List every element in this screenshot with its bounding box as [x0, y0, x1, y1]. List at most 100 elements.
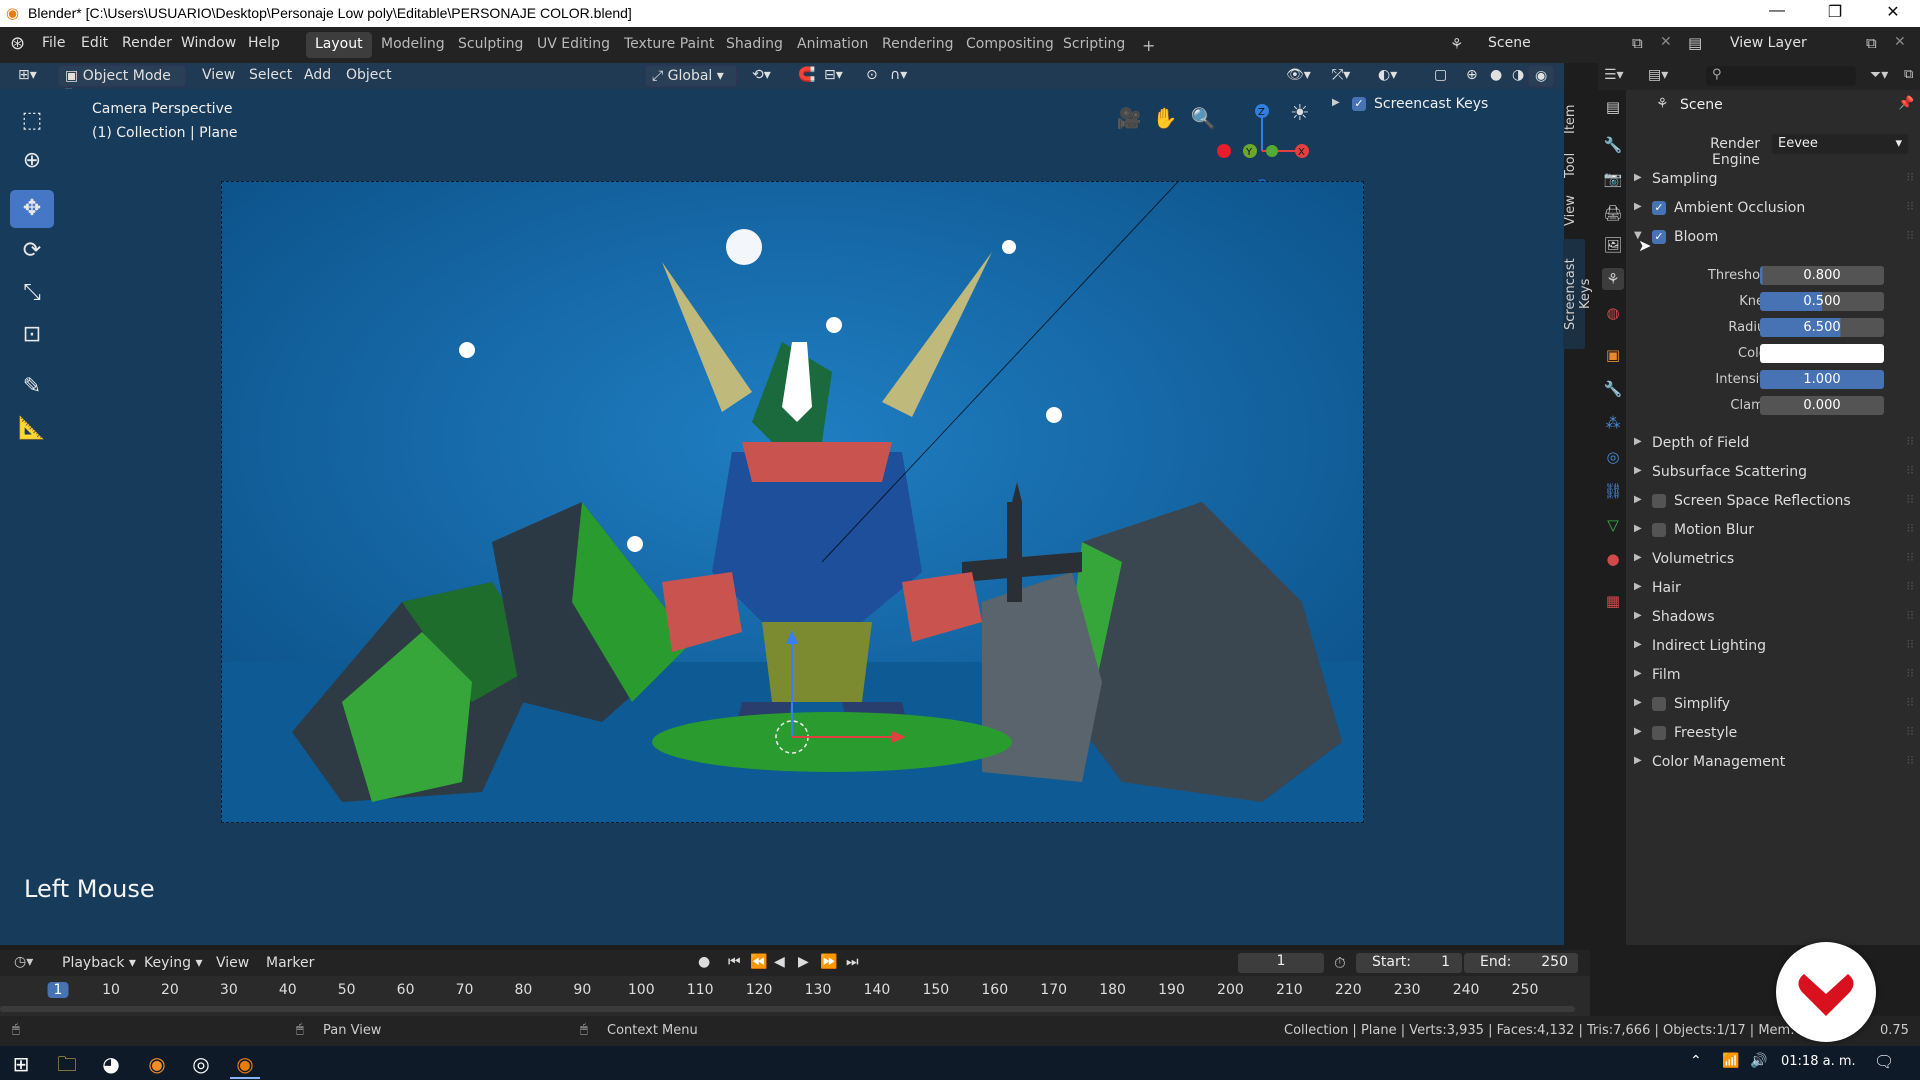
timeline-ruler[interactable]: 1 10 20 30 40 50 60 70 80 90 100 110 120 130 140 150 160… [0, 976, 1590, 1016]
tab-view[interactable]: View [1563, 191, 1585, 231]
delete-scene-icon[interactable]: ✕ [1660, 34, 1672, 50]
3d-viewport[interactable]: Camera Perspective (1) Collection | Plan… [0, 89, 1564, 945]
panel-freestyle[interactable]: ▶ Freestyle ⁝⁝ [1626, 722, 1920, 746]
panel-film[interactable]: ▶ Film ⁝⁝ [1626, 664, 1920, 688]
move-tool-icon[interactable]: ✥ [10, 190, 54, 228]
panel-screen-space-reflections[interactable]: ▶ Screen Space Reflections ⁝⁝ [1626, 490, 1920, 514]
tab-screencast-keys[interactable]: Screencast Keys [1563, 239, 1593, 349]
app-icon[interactable]: ◕ [96, 1049, 126, 1079]
menu-playback[interactable]: Playback ▾ [62, 955, 136, 971]
menu-render[interactable]: Render [122, 35, 172, 51]
panel-indirect-lighting[interactable]: ▶ Indirect Lighting ⁝⁝ [1626, 635, 1920, 659]
bloom-checkbox[interactable]: ✓ [1652, 230, 1666, 244]
play-icon[interactable]: ▶ [798, 954, 809, 970]
menu-select[interactable]: Select [243, 65, 298, 87]
editor-type-outliner-icon[interactable]: ☰▾ [1604, 67, 1624, 83]
ambient-occlusion-checkbox[interactable]: ✓ [1652, 201, 1666, 215]
tray-chevron-icon[interactable]: ⌃ [1690, 1053, 1702, 1069]
constraints-tab-icon[interactable]: ⛓ [1602, 480, 1624, 502]
close-button[interactable]: ✕ [1870, 2, 1916, 22]
add-workspace-button[interactable]: + [1133, 32, 1164, 58]
menu-view[interactable]: View [196, 65, 241, 87]
material-shading-icon[interactable]: ◑ [1506, 65, 1530, 87]
tab-tool[interactable]: Tool [1563, 145, 1585, 185]
workspace-tab-animation[interactable]: Animation [788, 32, 877, 58]
panel-sampling[interactable]: ▶ Sampling ⁝⁝ [1626, 168, 1920, 192]
ssr-checkbox[interactable] [1652, 494, 1666, 508]
workspace-tab-texture-paint[interactable]: Texture Paint [615, 32, 723, 58]
tool-tab-icon[interactable]: 🔧 [1602, 134, 1624, 156]
panel-simplify[interactable]: ▶ Simplify ⁝⁝ [1626, 693, 1920, 717]
panel-color-management[interactable]: ▶ Color Management ⁝⁝ [1626, 751, 1920, 775]
xray-icon[interactable]: ▢ [1428, 65, 1453, 87]
windows-start-icon[interactable]: ⊞ [6, 1049, 36, 1079]
workspace-tab-compositing[interactable]: Compositing [957, 32, 1063, 58]
modifier-tab-icon[interactable]: 🔧 [1602, 378, 1624, 400]
blender-taskbar-icon[interactable]: ◉ [230, 1049, 260, 1079]
notifications-icon[interactable]: 🗨 [1874, 1052, 1894, 1071]
output-tab-icon[interactable]: 🖨 [1602, 202, 1624, 224]
overlay-icon[interactable]: ◐▾ [1372, 65, 1403, 87]
physics-tab-icon[interactable]: ◎ [1602, 446, 1624, 468]
end-frame-field[interactable]: End: 250 [1464, 953, 1578, 973]
bloom-color-swatch[interactable] [1760, 344, 1884, 363]
intensity-field[interactable]: 1.000 [1760, 370, 1884, 389]
transform-orientation-selector[interactable]: ⤢ Global ▾ [645, 65, 737, 87]
editor-type-icon[interactable]: ⊞▾ [12, 65, 43, 87]
workspace-tab-layout[interactable]: Layout [306, 32, 372, 58]
texture-tab-icon[interactable]: ▦ [1602, 590, 1624, 612]
menu-timeline-view[interactable]: View [216, 955, 249, 971]
play-reverse-icon[interactable]: ◀ [774, 954, 785, 970]
particles-tab-icon[interactable]: ⁂ [1602, 412, 1624, 434]
knee-field[interactable]: 0.500 [1760, 292, 1884, 311]
restore-button[interactable]: ❐ [1812, 2, 1858, 22]
prev-keyframe-icon[interactable]: ⏪ [750, 954, 767, 970]
menu-marker[interactable]: Marker [266, 955, 314, 971]
scene-tab-icon[interactable]: ⚘ [1602, 268, 1624, 290]
radius-field[interactable]: 6.500 [1760, 318, 1884, 337]
delete-view-layer-icon[interactable]: ✕ [1894, 34, 1906, 50]
display-mode-icon[interactable]: ▤▾ [1648, 67, 1668, 83]
gizmo-icon[interactable]: ⤱▾ [1326, 65, 1356, 87]
data-tab-icon[interactable]: ▽ [1602, 514, 1624, 536]
clock[interactable]: 01:18 a. m. [1781, 1054, 1856, 1069]
current-frame-field[interactable]: 1 [1238, 953, 1324, 973]
volume-icon[interactable]: 🔊 [1750, 1053, 1767, 1069]
view-layer-tab-icon[interactable]: 🖼 [1602, 234, 1624, 256]
panel-motion-blur[interactable]: ▶ Motion Blur ⁝⁝ [1626, 519, 1920, 543]
chrome-icon[interactable]: ◎ [186, 1049, 216, 1079]
menu-object[interactable]: Object [340, 65, 398, 87]
tab-item[interactable]: Item [1563, 99, 1585, 139]
solid-shading-icon[interactable]: ● [1484, 65, 1508, 87]
menu-add[interactable]: Add [298, 65, 337, 87]
view-layer-selector[interactable]: View Layer [1730, 35, 1807, 51]
object-tab-icon[interactable]: ▣ [1602, 344, 1624, 366]
pan-hand-icon[interactable]: ✋ [1150, 103, 1180, 133]
menu-edit[interactable]: Edit [81, 35, 108, 51]
timeline-editor-type-icon[interactable]: ◷▾ [14, 954, 33, 970]
rotate-tool-icon[interactable]: ⟳ [10, 232, 54, 270]
simplify-checkbox[interactable] [1652, 697, 1666, 711]
mode-selector[interactable]: ▣ Object Mode ▾ [58, 65, 186, 100]
rendered-shading-icon[interactable]: ◉ [1528, 65, 1555, 87]
panel-depth-of-field[interactable]: ▶ Depth of Field ⁝⁝ [1626, 432, 1920, 456]
transform-tool-icon[interactable]: ⊡ [10, 316, 54, 354]
jump-start-icon[interactable]: ⏮ [728, 954, 741, 970]
workspace-tab-sculpting[interactable]: Sculpting [449, 32, 532, 58]
menu-help[interactable]: Help [248, 35, 280, 51]
file-explorer-icon[interactable]: 🗀 [52, 1049, 82, 1079]
panel-hair[interactable]: ▶ Hair ⁝⁝ [1626, 577, 1920, 601]
firefox-icon[interactable]: ◉ [142, 1049, 172, 1079]
menu-window[interactable]: Window [181, 35, 236, 51]
falloff-icon[interactable]: ∩▾ [884, 65, 913, 87]
workspace-tab-modeling[interactable]: Modeling [372, 32, 454, 58]
menu-file[interactable]: File [42, 35, 65, 51]
record-icon[interactable]: ● [698, 954, 710, 970]
annotate-tool-icon[interactable]: ✎ [10, 368, 54, 406]
workspace-tab-uv-editing[interactable]: UV Editing [528, 32, 619, 58]
editor-type-properties-icon[interactable]: ▤ [1602, 96, 1624, 118]
panel-ambient-occlusion[interactable]: ▶ ✓ Ambient Occlusion ⁝⁝ [1626, 197, 1920, 221]
render-engine-dropdown[interactable]: Eevee ▾ [1772, 134, 1908, 154]
camera-view-icon[interactable]: 🎥 [1114, 103, 1144, 133]
select-box-tool-icon[interactable]: ⬚ [10, 102, 54, 140]
